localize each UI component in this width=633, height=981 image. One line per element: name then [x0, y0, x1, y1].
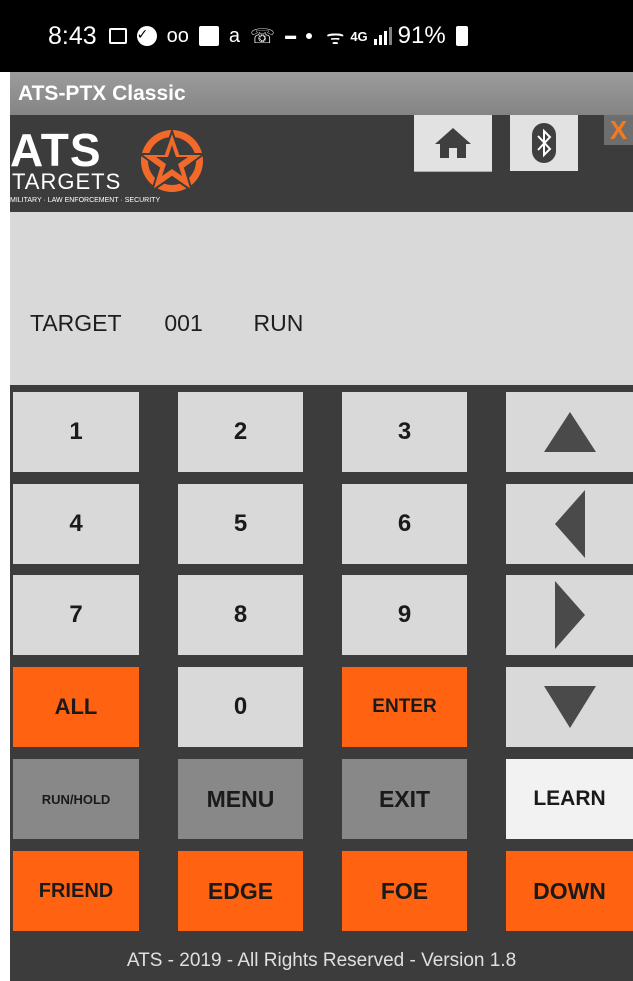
- foe-button[interactable]: FOE: [342, 851, 467, 931]
- key-9[interactable]: 9: [342, 575, 467, 655]
- key-3[interactable]: 3: [342, 392, 467, 472]
- app-notification-icon: ▬: [285, 30, 297, 42]
- friend-button[interactable]: FRIEND: [13, 851, 139, 931]
- learn-button[interactable]: LEARN: [506, 759, 633, 839]
- battery-icon: [455, 26, 468, 46]
- app-container: ATS TARGETS MILITARY · LAW ENFORCEMENT ·…: [10, 115, 633, 981]
- check-icon: ✓: [136, 26, 157, 46]
- network-label: 4G: [350, 28, 368, 44]
- logo-star-icon: [138, 127, 206, 194]
- battery-percent: 91%: [397, 22, 446, 49]
- close-button[interactable]: X: [604, 115, 633, 145]
- key-5[interactable]: 5: [178, 484, 303, 564]
- arrow-down-button[interactable]: [506, 667, 633, 747]
- arrow-right-icon: [554, 581, 585, 649]
- ats-logo: ATS TARGETS MILITARY · LAW ENFORCEMENT ·…: [10, 127, 230, 212]
- bible-app-icon: [198, 26, 219, 46]
- display-mode: RUN: [253, 310, 304, 336]
- display-target-number: 001: [164, 310, 203, 336]
- key-4[interactable]: 4: [13, 484, 139, 564]
- exit-button[interactable]: EXIT: [342, 759, 467, 839]
- bluetooth-icon: [532, 123, 556, 163]
- more-dot-icon: [306, 33, 313, 39]
- logo-brand: ATS: [10, 124, 102, 176]
- logo-word: TARGETS: [12, 169, 122, 194]
- arrow-up-button[interactable]: [506, 392, 633, 472]
- display-label: TARGET: [30, 310, 122, 336]
- key-2[interactable]: 2: [178, 392, 303, 472]
- enter-button[interactable]: ENTER: [342, 667, 467, 747]
- target-display: TARGET 001 RUN: [10, 212, 633, 385]
- app-title: ATS-PTX Classic: [18, 81, 186, 105]
- arrow-up-icon: [543, 412, 596, 452]
- notification-icons: ✓ oo a ☏ ▬: [108, 24, 313, 49]
- status-bar: 8:43 ✓ oo a ☏ ▬ ᯤ 4G 91%: [0, 0, 633, 72]
- bluetooth-button[interactable]: [510, 115, 578, 171]
- all-button[interactable]: ALL: [13, 667, 139, 747]
- footer-text: ATS - 2019 - All Rights Reserved - Versi…: [126, 950, 517, 971]
- down-button[interactable]: DOWN: [506, 851, 633, 931]
- menu-button[interactable]: MENU: [178, 759, 303, 839]
- footer: ATS - 2019 - All Rights Reserved - Versi…: [10, 941, 633, 981]
- arrow-left-button[interactable]: [506, 484, 633, 564]
- key-8[interactable]: 8: [178, 575, 303, 655]
- edge-button[interactable]: EDGE: [178, 851, 303, 931]
- logo-tagline: MILITARY · LAW ENFORCEMENT · SECURITY: [10, 197, 161, 204]
- key-0[interactable]: 0: [178, 667, 303, 747]
- arrow-right-button[interactable]: [506, 575, 633, 655]
- key-7[interactable]: 7: [13, 575, 139, 655]
- wifi-call-icon: ☏: [250, 25, 276, 48]
- arrow-down-icon: [543, 686, 596, 728]
- app-title-bar: ATS-PTX Classic: [10, 72, 633, 115]
- key-1[interactable]: 1: [13, 392, 139, 472]
- gmail-icon: [108, 28, 127, 44]
- arrow-left-icon: [554, 490, 585, 558]
- keypad: 1 2 3 4 5 6 7 8 9 ALL 0 ENTER RUN/HOLD M…: [10, 385, 633, 945]
- run-hold-button[interactable]: RUN/HOLD: [13, 759, 139, 839]
- home-icon: [435, 128, 471, 158]
- key-6[interactable]: 6: [342, 484, 467, 564]
- signal-icon: [373, 27, 392, 45]
- amazon-icon: a: [228, 24, 241, 47]
- status-time: 8:43: [48, 21, 97, 50]
- wifi-icon: ᯤ: [326, 26, 345, 49]
- home-button[interactable]: [414, 115, 492, 172]
- voicemail-icon: oo: [166, 24, 189, 47]
- header: ATS TARGETS MILITARY · LAW ENFORCEMENT ·…: [10, 115, 633, 212]
- status-right: ᯤ 4G 91%: [326, 22, 468, 50]
